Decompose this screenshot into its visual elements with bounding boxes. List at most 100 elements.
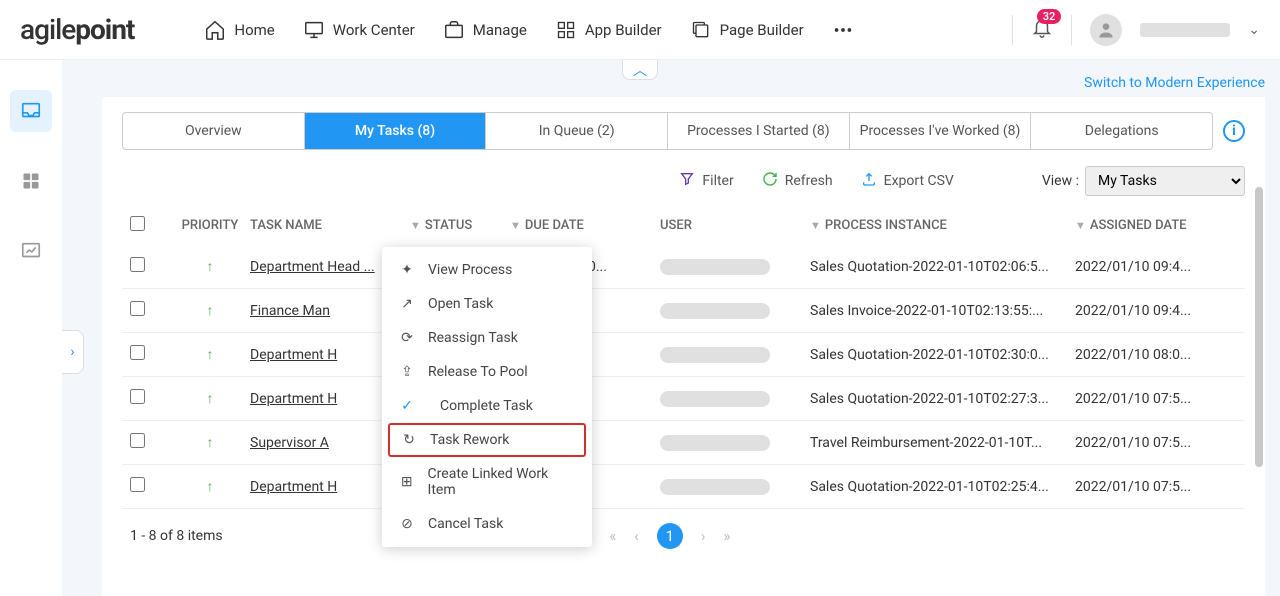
pager-page-1[interactable]: 1 — [657, 523, 683, 549]
context-menu: ✦View Process ↗Open Task ⟳Reassign Task … — [382, 247, 592, 547]
process-cell: Travel Reimbursement-2022-01-10T... — [810, 435, 1075, 451]
ctx-reassign-task[interactable]: ⟳Reassign Task — [382, 321, 592, 355]
tab-delegations[interactable]: Delegations — [1031, 113, 1212, 149]
user-cell — [660, 259, 770, 275]
tab-processes-started[interactable]: Processes I Started (8) — [668, 113, 850, 149]
chevron-right-icon: › — [70, 344, 74, 360]
nav-more[interactable] — [832, 19, 854, 41]
table-row[interactable]: ↑ Department H 1/11 0... Sales Quotation… — [122, 333, 1245, 377]
nav-app-builder[interactable]: App Builder — [555, 19, 662, 41]
collapse-header-button[interactable]: ︿ — [622, 60, 658, 80]
task-name-link[interactable]: Department H — [250, 391, 337, 407]
col-user[interactable]: USER — [660, 218, 810, 233]
row-checkbox[interactable] — [130, 433, 145, 448]
table-row[interactable]: ↑ Department H 1/11 0... Sales Quotation… — [122, 377, 1245, 421]
task-name-link[interactable]: Department H — [250, 479, 337, 495]
refresh-button[interactable]: Refresh — [762, 171, 833, 191]
export-csv-button[interactable]: Export CSV — [861, 171, 954, 191]
sidebar-inbox[interactable] — [10, 90, 52, 132]
info-button[interactable]: i — [1223, 120, 1245, 142]
task-name-link[interactable]: Finance Man — [250, 303, 330, 319]
expand-sidebar-button[interactable]: › — [62, 330, 84, 374]
pager-next[interactable]: › — [701, 527, 706, 545]
filter-icon: ▼ — [810, 219, 821, 232]
tab-my-tasks[interactable]: My Tasks (8) — [305, 113, 487, 149]
assigned-cell: 2022/01/10 09:4... — [1075, 259, 1230, 275]
task-name-link[interactable]: Supervisor A — [250, 435, 329, 451]
table-row[interactable]: ↑ Supervisor A 1/11 0... Travel Reimburs… — [122, 421, 1245, 465]
item-count: 1 - 8 of 8 items — [130, 528, 223, 544]
table-row[interactable]: ↑ Finance Man 1/11 0... Sales Invoice-20… — [122, 289, 1245, 333]
ctx-view-process[interactable]: ✦View Process — [382, 253, 592, 287]
priority-up-icon: ↑ — [207, 391, 214, 407]
table-row[interactable]: ↑ Department Head ... Assigned 2022/01/1… — [122, 245, 1245, 289]
filter-button[interactable]: Filter — [679, 171, 733, 191]
tab-overview[interactable]: Overview — [123, 113, 305, 149]
priority-up-icon: ↑ — [207, 347, 214, 363]
select-all-checkbox[interactable] — [130, 216, 145, 231]
filter-icon: ▼ — [510, 219, 521, 232]
notification-badge: 32 — [1037, 9, 1062, 24]
assigned-cell: 2022/01/10 07:5... — [1075, 479, 1230, 495]
col-priority[interactable]: PRIORITY — [170, 218, 250, 233]
view-select[interactable]: My Tasks — [1085, 166, 1245, 196]
ctx-task-rework[interactable]: ↻Task Rework — [388, 423, 586, 457]
copy-icon — [690, 19, 712, 41]
pager-prev[interactable]: ‹ — [634, 527, 639, 545]
user-cell — [660, 391, 770, 407]
row-checkbox[interactable] — [130, 345, 145, 360]
ctx-create-linked[interactable]: ⊞Create Linked Work Item — [382, 457, 592, 507]
row-checkbox[interactable] — [130, 257, 145, 272]
briefcase-icon — [443, 19, 465, 41]
open-icon: ↗ — [398, 296, 416, 312]
assigned-cell: 2022/01/10 09:4... — [1075, 303, 1230, 319]
process-cell: Sales Invoice-2022-01-10T02:13:55:... — [810, 303, 1075, 319]
user-cell — [660, 479, 770, 495]
process-cell: Sales Quotation-2022-01-10T02:27:3... — [810, 391, 1075, 407]
priority-up-icon: ↑ — [207, 435, 214, 451]
filter-icon — [679, 171, 695, 191]
notifications-button[interactable]: 32 — [1031, 17, 1053, 43]
home-icon — [204, 19, 226, 41]
tab-in-queue[interactable]: In Queue (2) — [486, 113, 668, 149]
task-name-link[interactable]: Department H — [250, 347, 337, 363]
view-label: View : — [1042, 173, 1079, 189]
sidebar-analytics[interactable] — [10, 230, 52, 272]
table-row[interactable]: ↑ Department H 1/11 0... Sales Quotation… — [122, 465, 1245, 509]
row-checkbox[interactable] — [130, 301, 145, 316]
filter-icon: ▼ — [1075, 219, 1086, 232]
scrollbar[interactable] — [1255, 187, 1263, 467]
row-checkbox[interactable] — [130, 477, 145, 492]
task-name-link[interactable]: Department Head ... — [250, 259, 375, 275]
check-icon: ✓ — [398, 398, 416, 414]
ctx-complete-task[interactable]: ✓Complete Task — [382, 389, 592, 423]
assigned-cell: 2022/01/10 08:0... — [1075, 347, 1230, 363]
nav-home[interactable]: Home — [204, 19, 274, 41]
nav-page-builder[interactable]: Page Builder — [690, 19, 804, 41]
col-due-date[interactable]: ▼DUE DATE — [510, 218, 660, 233]
username — [1140, 23, 1230, 37]
user-menu-toggle[interactable]: ⌄ — [1248, 22, 1260, 38]
pager-last[interactable]: » — [723, 527, 730, 545]
col-process[interactable]: ▼PROCESS INSTANCE — [810, 218, 1075, 233]
tab-processes-worked[interactable]: Processes I've Worked (8) — [850, 113, 1032, 149]
switch-experience-link[interactable]: Switch to Modern Experience — [102, 75, 1265, 91]
col-task-name[interactable]: TASK NAME — [250, 218, 410, 233]
sidebar-apps[interactable] — [10, 160, 52, 202]
nav-work-center[interactable]: Work Center — [303, 19, 415, 41]
ctx-open-task[interactable]: ↗Open Task — [382, 287, 592, 321]
rework-icon: ↻ — [400, 432, 418, 448]
priority-up-icon: ↑ — [207, 259, 214, 275]
nav-manage[interactable]: Manage — [443, 19, 527, 41]
pager-first[interactable]: « — [609, 527, 616, 545]
user-avatar[interactable] — [1090, 14, 1122, 46]
priority-up-icon: ↑ — [207, 479, 214, 495]
row-checkbox[interactable] — [130, 389, 145, 404]
ctx-release-to-pool[interactable]: ⇪Release To Pool — [382, 355, 592, 389]
linked-icon: ⊞ — [398, 474, 416, 490]
col-assigned[interactable]: ▼ASSIGNED DATE — [1075, 218, 1230, 233]
col-status[interactable]: ▼STATUS — [410, 218, 510, 233]
ctx-cancel-task[interactable]: ⊘Cancel Task — [382, 507, 592, 541]
cancel-icon: ⊘ — [398, 516, 416, 532]
upload-icon — [861, 171, 877, 191]
